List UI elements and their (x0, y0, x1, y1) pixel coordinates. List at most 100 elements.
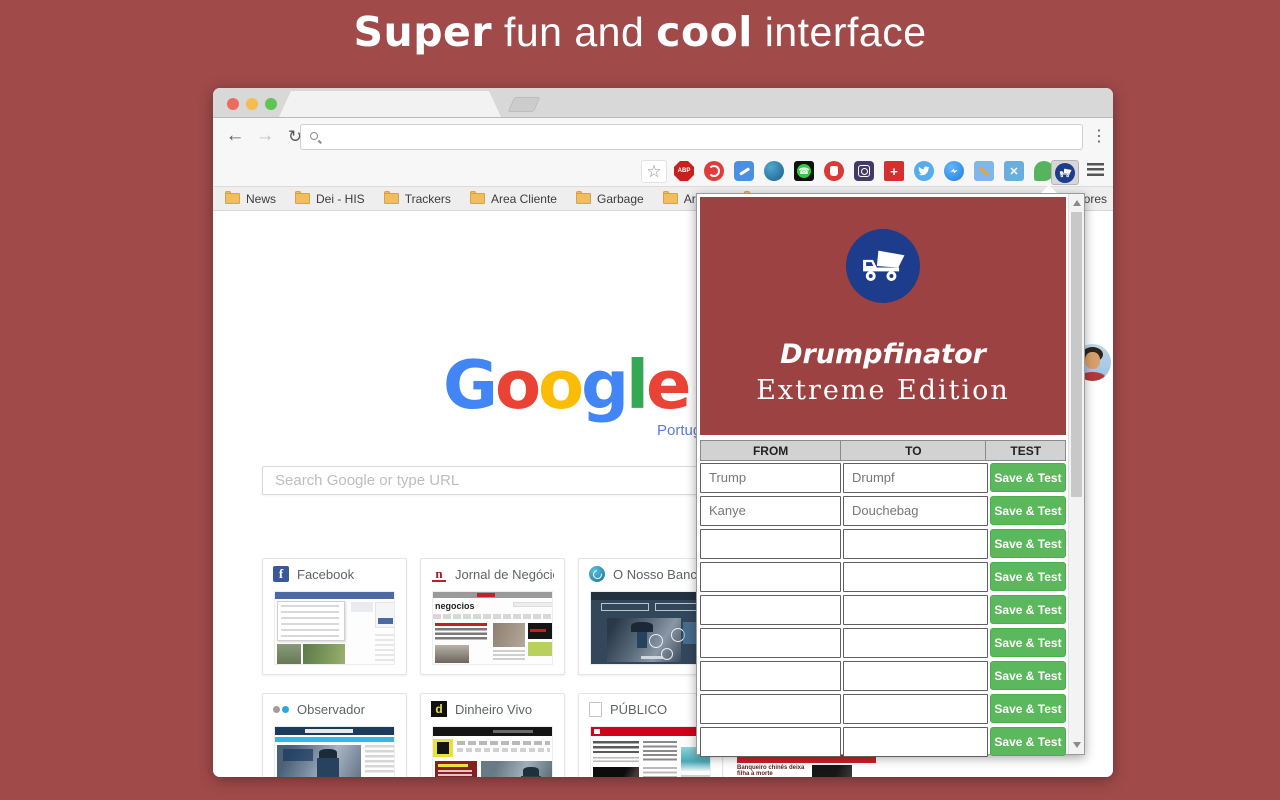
from-input[interactable] (700, 562, 841, 592)
dinheiro-vivo-favicon: d (431, 701, 447, 717)
tile-jornal-negocios[interactable]: nJornal de Negócios negocios (420, 558, 565, 675)
bookmark-label: Trackers (405, 192, 451, 206)
tile-observador[interactable]: Observador (262, 693, 407, 777)
save-test-button[interactable]: Save & Test (990, 694, 1066, 723)
bookmark-folder-dei-his[interactable]: Dei - HIS (295, 192, 365, 206)
stop-hand-icon[interactable] (824, 161, 844, 181)
from-input[interactable] (700, 661, 841, 691)
bookmark-folder-trackers[interactable]: Trackers (384, 192, 451, 206)
instagram-icon[interactable] (854, 161, 874, 181)
close-window-button[interactable] (227, 98, 239, 110)
from-input[interactable] (700, 727, 841, 757)
search-icon (310, 132, 318, 140)
banner-word-cool: cool (656, 8, 753, 56)
to-input[interactable] (843, 727, 988, 757)
save-test-button[interactable]: Save & Test (990, 496, 1066, 525)
tile-title: Facebook (297, 567, 354, 582)
folder-icon (384, 193, 399, 204)
red-circle-extension-icon[interactable] (704, 161, 724, 181)
logo-letter: o (495, 346, 538, 424)
to-input[interactable] (843, 562, 988, 592)
popup-title: Drumpfinator (700, 339, 1066, 370)
tile-title: Observador (297, 702, 365, 717)
whatsapp-icon[interactable] (794, 161, 814, 181)
popup-subtitle: Extreme Edition (700, 375, 1066, 406)
to-input[interactable] (843, 496, 988, 526)
browser-tab[interactable] (279, 91, 501, 117)
red-plus-icon[interactable]: + (884, 161, 904, 181)
bookmark-folder-area-cliente[interactable]: Area Cliente (470, 192, 557, 206)
google-search-input[interactable] (262, 466, 714, 495)
popup-header: Drumpfinator Extreme Edition (700, 197, 1066, 435)
observador-favicon (273, 701, 289, 717)
blue-cross-icon[interactable]: ✕ (1004, 161, 1024, 181)
from-input[interactable] (700, 628, 841, 658)
bookmark-folder-news[interactable]: News (225, 192, 276, 206)
screenshot-pencil-icon[interactable] (974, 161, 994, 181)
nosso-banco-thumbnail (590, 591, 711, 665)
from-input[interactable] (700, 463, 841, 493)
globe-extension-icon[interactable] (764, 161, 784, 181)
adblock-plus-icon[interactable]: ABP (674, 161, 694, 181)
save-test-button[interactable]: Save & Test (990, 463, 1066, 492)
scroll-up-arrow-icon[interactable] (1073, 200, 1081, 206)
table-row: Save & Test (700, 725, 1066, 758)
tile-dinheiro-vivo[interactable]: dDinheiro Vivo (420, 693, 565, 777)
bookmark-star-icon[interactable]: ☆ (641, 160, 667, 183)
chart-extension-icon[interactable] (734, 161, 754, 181)
drumpfinator-popup: Drumpfinator Extreme Edition FROM TO TES… (696, 193, 1085, 755)
save-test-button[interactable]: Save & Test (990, 661, 1066, 690)
save-test-button[interactable]: Save & Test (990, 727, 1066, 756)
banner-word-interface: interface (753, 9, 927, 55)
from-input[interactable] (700, 694, 841, 724)
address-bar[interactable] (300, 124, 1083, 150)
chrome-menu-button[interactable]: ⋮ (1091, 126, 1107, 146)
publico-favicon (589, 702, 602, 717)
dinheiro-vivo-thumbnail (432, 726, 553, 777)
save-test-button[interactable]: Save & Test (990, 529, 1066, 558)
to-input[interactable] (843, 595, 988, 625)
folder-icon (470, 193, 485, 204)
drumpfinator-icon (1055, 163, 1075, 183)
avatar-face (1085, 352, 1100, 369)
folder-icon (663, 193, 678, 204)
logo-letter: l (626, 346, 646, 424)
save-test-button[interactable]: Save & Test (990, 628, 1066, 657)
folder-icon (576, 193, 591, 204)
new-tab-button[interactable] (508, 97, 541, 112)
back-button[interactable]: ← (223, 125, 247, 147)
tile-partial-news[interactable]: Banqueiro chinês deixa filha à morte (737, 755, 876, 777)
to-input[interactable] (843, 529, 988, 559)
scrollbar-thumb[interactable] (1071, 212, 1082, 497)
tile-title: O Nosso Banco (613, 567, 704, 582)
replacement-table: FROM TO TEST Save & Test Save & Test Sav… (700, 440, 1066, 758)
messenger-icon[interactable] (944, 161, 964, 181)
scroll-down-arrow-icon[interactable] (1073, 742, 1081, 748)
banner-word-super: Super (353, 8, 492, 56)
google-logo: Google (443, 346, 688, 424)
from-input[interactable] (700, 529, 841, 559)
to-input[interactable] (843, 661, 988, 691)
to-input[interactable] (843, 463, 988, 493)
twitter-icon[interactable] (914, 161, 934, 181)
tile-facebook[interactable]: fFacebook (262, 558, 407, 675)
hamburger-menu-icon[interactable] (1087, 163, 1104, 176)
drumpfinator-extension-button[interactable] (1051, 160, 1079, 185)
table-row: Save & Test (700, 593, 1066, 626)
header-test: TEST (986, 440, 1066, 461)
to-input[interactable] (843, 694, 988, 724)
from-input[interactable] (700, 595, 841, 625)
minimize-window-button[interactable] (246, 98, 258, 110)
bookmark-folder-garbage[interactable]: Garbage (576, 192, 644, 206)
dump-truck-icon (860, 248, 906, 284)
facebook-thumbnail (274, 591, 395, 665)
to-input[interactable] (843, 628, 988, 658)
save-test-button[interactable]: Save & Test (990, 562, 1066, 591)
from-input[interactable] (700, 496, 841, 526)
zoom-window-button[interactable] (265, 98, 277, 110)
bookmark-label: Garbage (597, 192, 644, 206)
logo-letter: e (646, 346, 688, 424)
save-test-button[interactable]: Save & Test (990, 595, 1066, 624)
publico-thumbnail (590, 726, 711, 777)
popup-scrollbar[interactable] (1068, 194, 1084, 754)
